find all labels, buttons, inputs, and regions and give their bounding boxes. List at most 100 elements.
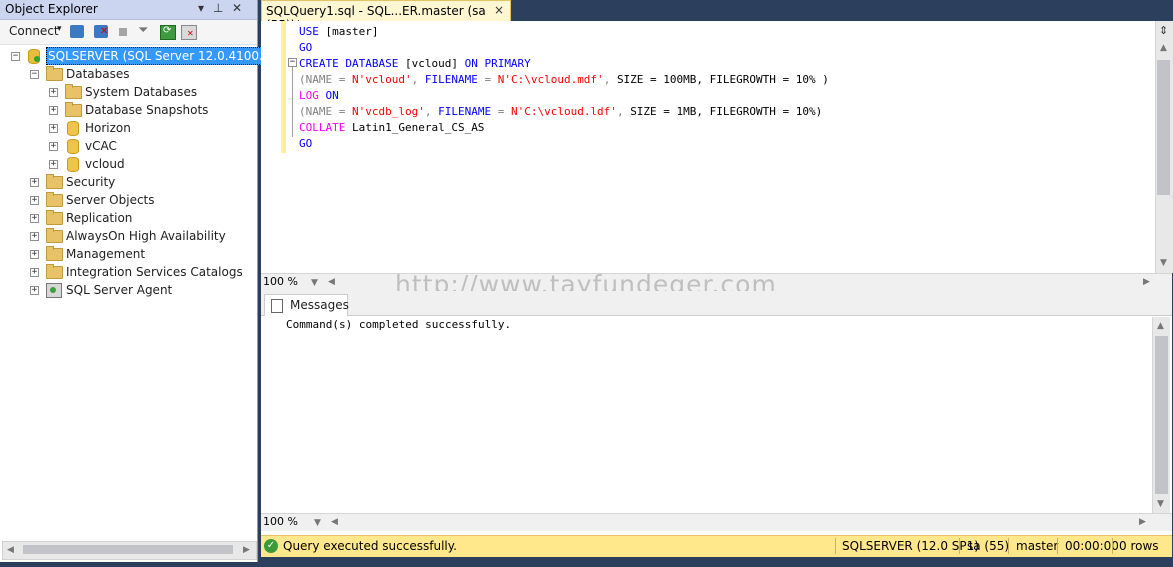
collapse-icon[interactable]: − <box>11 52 20 61</box>
editor-zoom[interactable]: 100 % <box>263 275 298 288</box>
expand-icon[interactable]: + <box>49 124 58 133</box>
scroll-left-icon[interactable]: ◀ <box>331 517 338 527</box>
string-literal: N'vcdb_log' <box>352 105 425 118</box>
tab-query[interactable]: SQLQuery1.sql - SQL...ER.master (sa (55)… <box>261 0 511 32</box>
messages-hscrollbar[interactable]: 100 % ▼ ◀ ▶ <box>261 513 1172 531</box>
disconnect-icon[interactable]: ✕ <box>94 25 108 38</box>
close-icon[interactable]: ✕ <box>232 1 242 15</box>
scroll-left-icon[interactable]: ◀ <box>7 545 14 555</box>
vcloud-label: vcloud <box>85 157 125 171</box>
close-tab-icon[interactable]: × <box>494 3 504 17</box>
messages-vscrollbar[interactable]: ▲ ▼ <box>1152 317 1170 513</box>
system-databases-label: System Databases <box>85 85 198 99</box>
code-line-3: CREATE DATABASE [vcloud] ON PRIMARY <box>299 57 531 70</box>
database-icon <box>67 157 79 172</box>
alwayson-label: AlwaysOn High Availability <box>66 229 226 243</box>
scroll-up-icon[interactable]: ▲ <box>1160 43 1167 53</box>
integration-services-label: Integration Services Catalogs <box>66 265 243 279</box>
success-check-icon: ✓ <box>264 539 278 553</box>
scroll-down-icon[interactable]: ▼ <box>1160 258 1167 268</box>
dropdown-arrow-icon[interactable]: ▾ <box>198 1 204 15</box>
status-rows: 0 rows <box>1119 539 1159 553</box>
keyword: COLLATE <box>299 121 346 134</box>
folder-icon <box>46 228 63 243</box>
filter-icon[interactable]: ⏷ <box>138 23 148 38</box>
connect-object-explorer-icon[interactable] <box>70 25 84 38</box>
code-line-8: GO <box>299 137 312 150</box>
expand-icon[interactable]: + <box>49 142 58 151</box>
expand-icon[interactable]: + <box>30 268 39 277</box>
scroll-right-icon[interactable]: ▶ <box>1139 517 1146 527</box>
stop-icon[interactable] <box>119 28 127 36</box>
code-text: , <box>616 105 631 118</box>
tab-messages-label: Messages <box>290 298 349 312</box>
expand-icon[interactable]: + <box>30 178 39 187</box>
activity-monitor-icon[interactable]: ✕ <box>181 25 197 40</box>
scroll-up-icon[interactable]: ▲ <box>1157 321 1164 331</box>
keyword: ON PRIMARY <box>464 57 531 70</box>
code-line-2: GO <box>299 41 312 54</box>
agent-icon <box>46 283 62 298</box>
folder-icon <box>65 102 82 117</box>
code-text: [vcloud] <box>398 57 465 70</box>
code-line-4: (NAME = N'vcloud', FILENAME = N'C:\vclou… <box>299 73 829 86</box>
code-text: Latin1_General_CS_AS <box>345 121 485 134</box>
scroll-down-icon[interactable]: ▼ <box>1157 499 1164 509</box>
zoom-dropdown-icon[interactable]: ▼ <box>314 518 321 528</box>
keyword: GO <box>299 137 313 150</box>
change-tracking-gutter <box>281 21 286 153</box>
string-literal: N'C:\vcloud.ldf' <box>510 105 617 118</box>
code-text: , <box>411 73 425 86</box>
scroll-thumb[interactable] <box>23 545 233 554</box>
database-icon <box>67 139 79 154</box>
pin-icon[interactable]: ⊥ <box>213 1 223 15</box>
object-explorer-hscrollbar[interactable]: ◀ ▶ <box>2 541 257 560</box>
code-line-5: LOG ON <box>299 89 339 102</box>
server-icon <box>28 49 40 64</box>
code-line-1: USE [master] <box>299 25 378 38</box>
status-elapsed: 00:00:00 <box>1065 539 1119 553</box>
scroll-left-icon[interactable]: ◀ <box>328 277 335 287</box>
divider <box>1008 538 1009 554</box>
scroll-thumb[interactable] <box>1157 60 1170 195</box>
code-text: [master] <box>318 25 379 38</box>
scroll-thumb[interactable] <box>1155 336 1168 494</box>
object-explorer-title: Object Explorer <box>5 2 98 16</box>
zoom-dropdown-icon[interactable]: ▼ <box>311 278 318 288</box>
code-text: , <box>424 105 439 118</box>
folder-icon <box>46 264 63 279</box>
code-line-7: COLLATE Latin1_General_CS_AS <box>299 121 484 134</box>
databases-label: Databases <box>66 67 130 81</box>
expand-icon[interactable]: + <box>30 214 39 223</box>
vcac-label: vCAC <box>85 139 117 153</box>
connect-dropdown-icon[interactable]: ▾ <box>57 24 62 34</box>
folder-icon <box>46 210 63 225</box>
refresh-icon[interactable]: ⟳ <box>160 25 176 40</box>
keyword: CREATE DATABASE <box>299 57 399 70</box>
expand-icon[interactable]: + <box>30 286 39 295</box>
messages-zoom[interactable]: 100 % <box>263 515 298 528</box>
scroll-right-icon[interactable]: ▶ <box>1143 277 1150 287</box>
collapse-icon[interactable]: − <box>30 70 39 79</box>
object-explorer-tree: − SQLSERVER (SQL Server 12.0.4100.1 - sa… <box>0 45 299 540</box>
object-explorer-toolbar: Connect ▾ ✕ ⏷ ⟳ ✕ <box>0 20 257 45</box>
status-user: sa (55) <box>967 539 1010 553</box>
code-text: , <box>603 73 617 86</box>
expand-icon[interactable]: + <box>49 106 58 115</box>
replication-label: Replication <box>66 211 133 225</box>
expand-icon[interactable]: + <box>49 88 58 97</box>
connect-button[interactable]: Connect <box>9 24 59 38</box>
split-icon[interactable]: ⇕ <box>1159 24 1168 37</box>
code-text: NAME <box>305 105 333 118</box>
tab-messages[interactable]: Messages <box>264 294 349 316</box>
folder-icon <box>46 66 63 81</box>
string-literal: N'C:\vcloud.mdf' <box>497 73 604 86</box>
code-outline <box>292 67 293 137</box>
code-text: = <box>332 73 352 86</box>
expand-icon[interactable]: + <box>30 232 39 241</box>
expand-icon[interactable]: + <box>30 196 39 205</box>
expand-icon[interactable]: + <box>30 250 39 259</box>
scroll-right-icon[interactable]: ▶ <box>243 545 250 555</box>
expand-icon[interactable]: + <box>49 160 58 169</box>
code-collapse-icon[interactable]: − <box>288 58 297 67</box>
